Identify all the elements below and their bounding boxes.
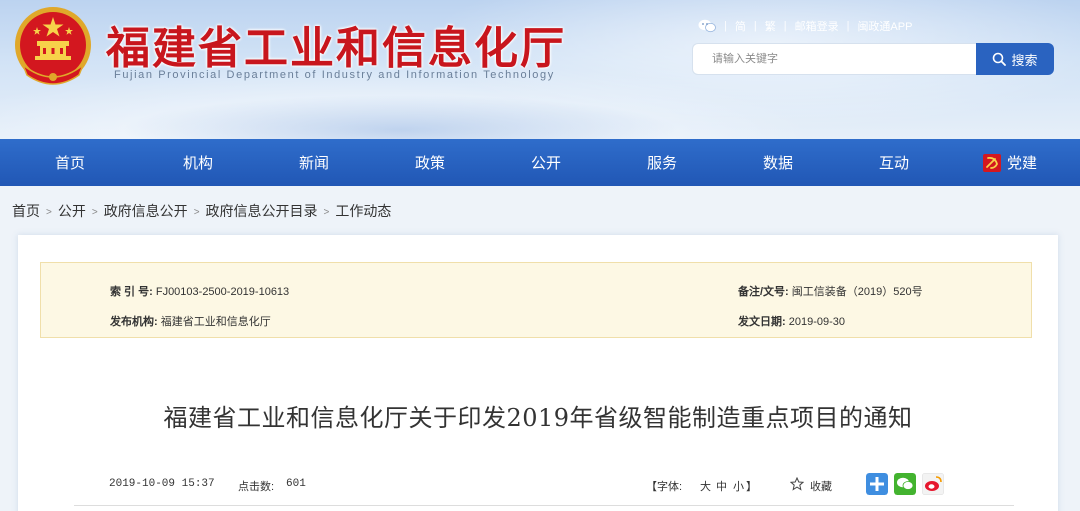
click-count-label: 点击数: [238,481,275,493]
click-count: 601 [286,478,306,490]
breadcrumb-gov-info[interactable]: 政府信息公开 [104,201,188,221]
nav-item-label: 政策 [414,155,445,172]
nav-item-label: 党建 [1006,155,1037,172]
breadcrumb-disclosure[interactable]: 公开 [58,201,86,221]
mzt-app-link[interactable]: 闽政通APP [857,18,912,34]
simplified-chinese-link[interactable]: 简 [735,18,746,34]
search-icon [993,52,1007,66]
font-size-medium[interactable]: 中 [716,478,727,494]
meta-doc-label: 备注/文号: [738,286,789,298]
info-bar-divider [74,505,1014,506]
chevron-right-icon: > [323,206,330,218]
nav-item-label: 机构 [182,155,213,172]
meta-index-value: FJ00103-2500-2019-10613 [155,286,290,298]
nav-item-label: 新闻 [298,155,329,172]
email-login-link[interactable]: 邮箱登录 [795,18,839,34]
nav-item-home[interactable]: 首页 [0,139,140,186]
weibo-share-icon[interactable] [922,473,944,495]
publish-datetime: 2019-10-09 15:37 [109,478,215,490]
chevron-right-icon: > [193,206,200,218]
meta-index: 索 引 号: FJ00103-2500-2019-10613 [110,283,289,299]
breadcrumb-home[interactable]: 首页 [12,201,40,221]
party-emblem-icon [982,153,1001,172]
nav-item-label: 数据 [762,155,793,172]
font-size-label: 【字体: [646,481,683,493]
search-bar: 搜索 [692,43,1054,75]
font-size-small[interactable]: 小 [733,478,744,494]
nav-item-data[interactable]: 数据 [720,139,836,186]
meta-date-value: 2019-09-30 [788,316,846,328]
national-emblem-icon[interactable] [13,5,93,89]
site-subtitle: Fujian Provincial Department of Industry… [114,69,555,81]
article-title: 福建省工业和信息化厅关于印发2019年省级智能制造重点项目的通知 [163,404,913,432]
top-link-separator: | [724,20,727,32]
meta-publisher-label: 发布机构: [110,316,158,328]
favorite-link[interactable]: 收藏 [810,478,832,494]
nav-item-disclosure[interactable]: 公开 [488,139,604,186]
nav-item-party-building[interactable]: 党建 [952,139,1068,186]
chevron-right-icon: > [91,206,98,218]
font-size-end: 】 [746,481,757,493]
font-size-large[interactable]: 大 [700,478,711,494]
site-header: 福建省工业和信息化厅 Fujian Provincial Department … [0,0,1080,139]
meta-publisher-value: 福建省工业和信息化厅 [160,316,271,328]
top-link-separator: | [846,20,850,32]
search-button[interactable]: 搜索 [976,43,1054,75]
meta-index-label: 索 引 号: [110,286,153,298]
traditional-chinese-link[interactable]: 繁 [765,18,776,34]
main-nav: 首页 机构 新闻 政策 公开 服务 数据 互动 党建 [0,139,1080,186]
breadcrumb-gov-info-catalog[interactable]: 政府信息公开目录 [206,201,318,221]
search-button-label: 搜索 [1011,52,1038,68]
article-info-bar: 2019-10-09 15:37 点击数: 601 【字体: 大 中 小 】 收… [18,473,1058,497]
nav-item-services[interactable]: 服务 [604,139,720,186]
meta-date-label: 发文日期: [738,316,786,328]
nav-item-label: 首页 [54,155,85,172]
plus-share-icon[interactable] [866,473,888,495]
article-card: 索 引 号: FJ00103-2500-2019-10613 备注/文号: 闽工… [18,235,1058,511]
meta-issue-date: 发文日期: 2019-09-30 [738,313,845,329]
chevron-right-icon: > [46,206,52,218]
nav-item-policy[interactable]: 政策 [372,139,488,186]
breadcrumb-work-updates[interactable]: 工作动态 [335,201,391,221]
search-input[interactable] [692,43,976,75]
meta-doc-number: 备注/文号: 闽工信装备（2019）520号 [738,283,923,299]
nav-item-interaction[interactable]: 互动 [836,139,952,186]
top-link-separator: | [783,20,787,32]
site-title: 福建省工业和信息化厅 [106,23,566,74]
nav-item-label: 互动 [878,155,909,172]
document-meta-box: 索 引 号: FJ00103-2500-2019-10613 备注/文号: 闽工… [40,262,1032,338]
meta-publisher: 发布机构: 福建省工业和信息化厅 [110,313,271,329]
wechat-share-icon[interactable] [894,473,916,495]
nav-item-organization[interactable]: 机构 [140,139,256,186]
nav-item-label: 公开 [530,155,561,172]
breadcrumb: 首页 > 公开 > 政府信息公开 > 政府信息公开目录 > 工作动态 [12,201,391,221]
nav-item-news[interactable]: 新闻 [256,139,372,186]
top-link-separator: | [753,20,757,32]
wechat-icon[interactable] [698,19,716,33]
star-icon[interactable] [790,477,804,491]
meta-doc-value: 闽工信装备（2019）520号 [791,286,923,298]
top-links: | 简 | 繁 | 邮箱登录 | 闽政通APP [698,18,912,34]
nav-item-label: 服务 [646,155,677,172]
